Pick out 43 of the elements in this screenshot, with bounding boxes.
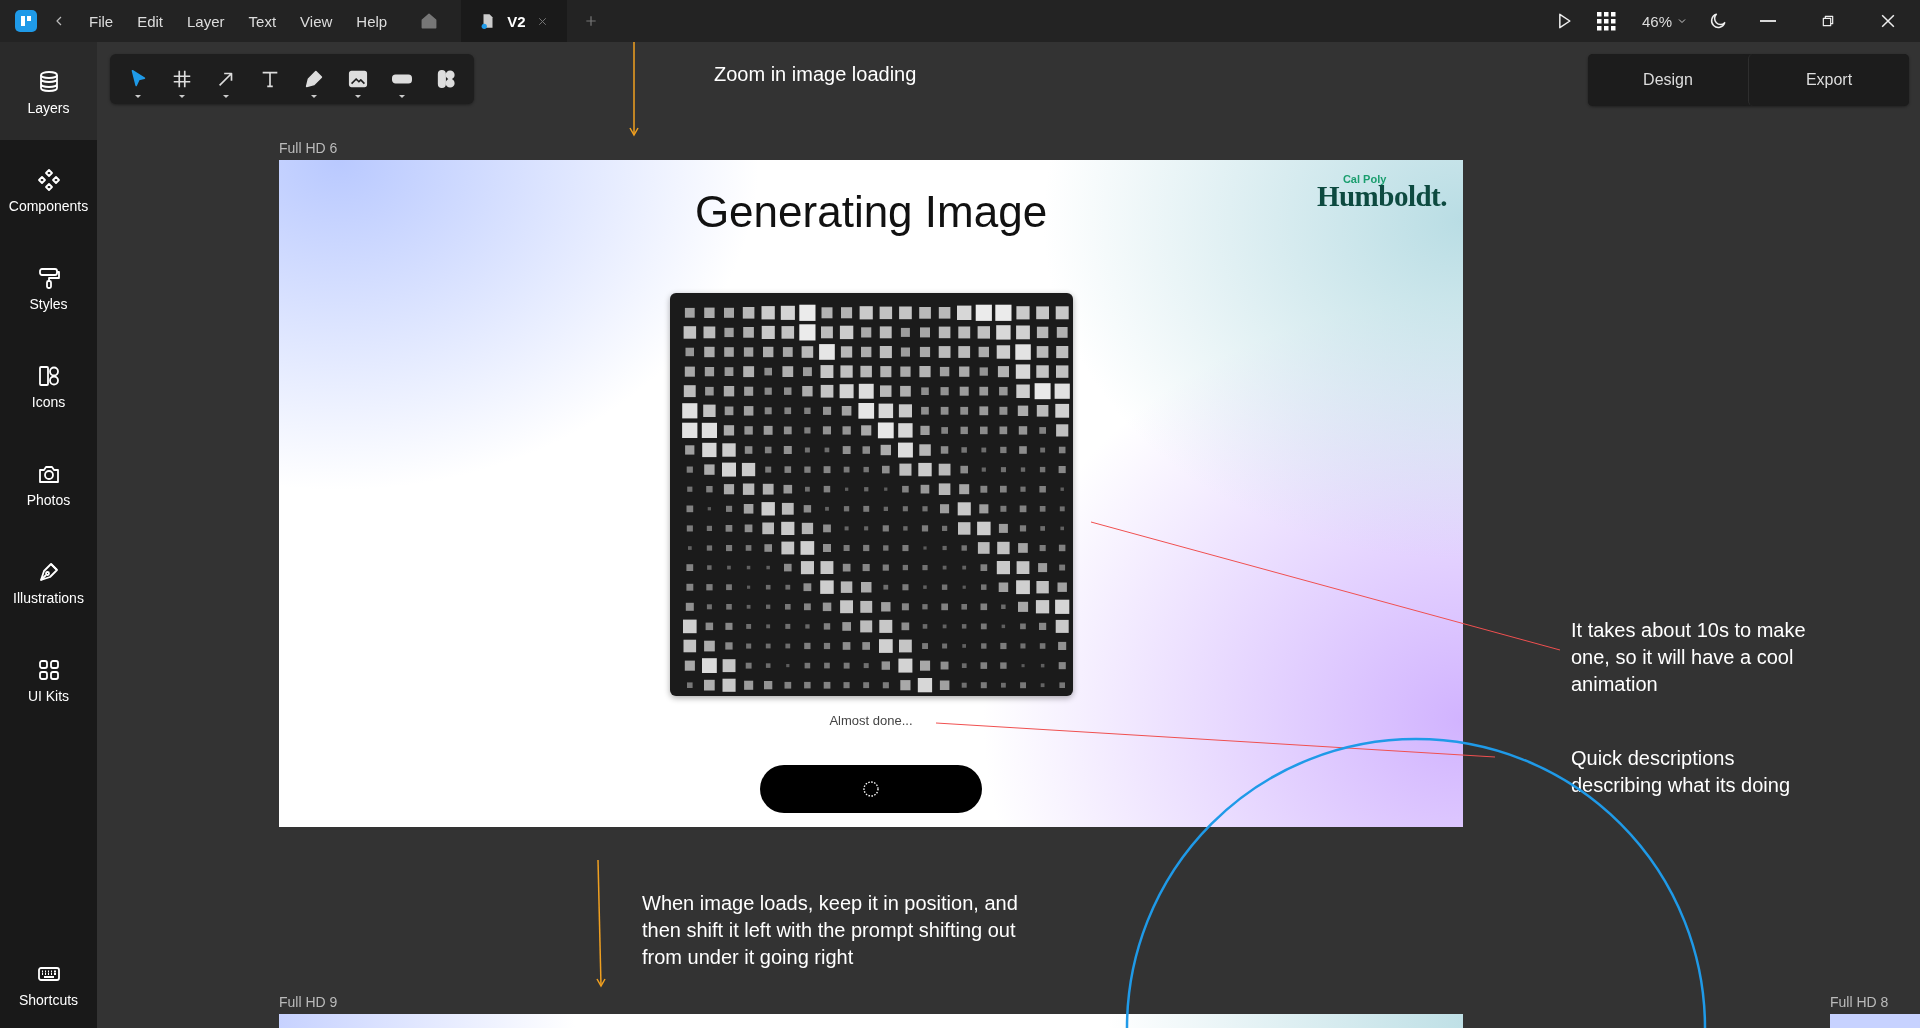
components-tool-icon bbox=[435, 68, 457, 90]
frame-label: Full HD 8 bbox=[1830, 994, 1889, 1010]
sidebar-item[interactable]: Photos bbox=[0, 434, 97, 532]
generate-button[interactable] bbox=[760, 765, 982, 813]
shortcuts-button[interactable]: Shortcuts bbox=[0, 938, 97, 1028]
sidebar-item[interactable]: Layers bbox=[0, 42, 97, 140]
annotation-text: Quick descriptions describing what its doing bbox=[1571, 746, 1790, 798]
frame-title: Generating Image bbox=[694, 186, 1048, 238]
image-tool-icon bbox=[347, 68, 369, 90]
menu-item[interactable]: File bbox=[77, 12, 126, 30]
menu-item[interactable]: View bbox=[288, 12, 345, 30]
menu-item[interactable]: Edit bbox=[125, 12, 176, 30]
sidebar-item[interactable]: Styles bbox=[0, 238, 97, 336]
annotation-text: It takes about 10s to make one, so it will have a cool animation bbox=[1571, 618, 1806, 697]
menu-item[interactable]: Text bbox=[236, 12, 289, 30]
restore-icon bbox=[1820, 13, 1836, 29]
mode-tab[interactable]: Design bbox=[1588, 54, 1748, 106]
frame-label: Full HD 6 bbox=[279, 140, 338, 156]
zoom-dropdown[interactable]: 46% bbox=[1641, 12, 1688, 30]
status-text: Almost done... bbox=[829, 712, 913, 730]
sidebar-item[interactable]: Illustrations bbox=[0, 532, 97, 630]
sidebar-item[interactable]: Icons bbox=[0, 336, 97, 434]
menu-item[interactable]: Help bbox=[344, 12, 400, 30]
mode-tab[interactable]: Export bbox=[1748, 54, 1909, 106]
pen-tool-icon bbox=[303, 68, 325, 90]
frame-tool-icon bbox=[171, 68, 193, 90]
annotation-text: Zoom in image loading bbox=[714, 62, 917, 87]
sidebar-item[interactable]: Components bbox=[0, 140, 97, 238]
design-frame[interactable]: Generating Image Cal Poly Humboldt. Almost done... bbox=[279, 160, 1463, 827]
frame-label: Full HD 9 bbox=[279, 994, 338, 1010]
document-tab[interactable]: V2 bbox=[461, 0, 567, 42]
components-icon bbox=[36, 168, 61, 192]
menu-item[interactable]: Layer bbox=[175, 12, 237, 30]
styles-icon bbox=[36, 266, 61, 290]
sidebar-item[interactable]: UI Kits bbox=[0, 630, 97, 728]
logo-subtitle: Cal Poly bbox=[1342, 173, 1387, 185]
moon-icon bbox=[1708, 11, 1728, 31]
app-logo-icon[interactable] bbox=[15, 10, 37, 32]
annotation-text: When image loads, keep it in position, and then shift it left with the prompt shifting out from under it going right bbox=[642, 891, 1018, 970]
loading-spinner-icon bbox=[862, 780, 880, 798]
uikits-icon bbox=[36, 658, 61, 682]
grid-icon[interactable] bbox=[1595, 11, 1616, 31]
icons-icon bbox=[36, 364, 61, 388]
